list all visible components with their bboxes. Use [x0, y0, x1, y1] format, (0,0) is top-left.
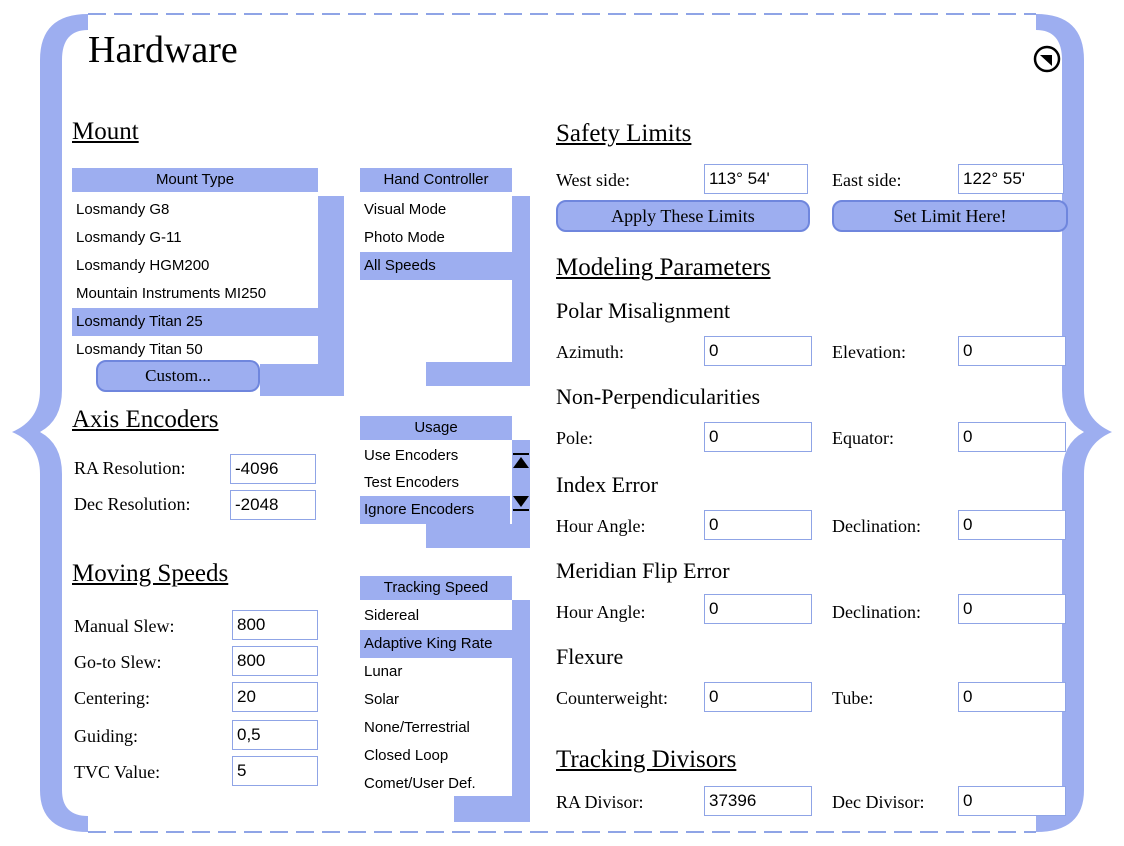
flip-declination-field[interactable]: 0 [958, 594, 1066, 624]
mount-item[interactable]: Losmandy HGM200 [72, 252, 318, 280]
hand-controller-header: Hand Controller [360, 168, 512, 192]
index-hour-angle-label: Hour Angle: [556, 516, 646, 536]
meridian-flip-error-title: Meridian Flip Error [556, 558, 730, 583]
pole-field[interactable]: 0 [704, 422, 812, 452]
non-perpendicularities-title: Non-Perpendicularities [556, 384, 761, 409]
equator-field[interactable]: 0 [958, 422, 1066, 452]
guiding-label: Guiding: [74, 726, 139, 746]
ra-resolution-field[interactable]: -4096 [230, 454, 316, 484]
usage-item-selected[interactable]: Ignore Encoders [360, 496, 510, 524]
index-declination-label: Declination: [832, 516, 921, 536]
moving-speeds-heading: Moving Speeds [72, 560, 229, 587]
usage-bottom-bar [426, 524, 530, 548]
tracking-speed-item-selected[interactable]: Adaptive King Rate [360, 630, 530, 658]
azimuth-field[interactable]: 0 [704, 336, 812, 366]
safety-limits-heading: Safety Limits [556, 120, 692, 147]
counterweight-label: Counterweight: [556, 688, 668, 708]
tracking-speed-item[interactable]: Sidereal [360, 602, 512, 630]
centering-label: Centering: [74, 688, 150, 708]
tracking-speed-header: Tracking Speed [360, 576, 512, 600]
mount-item[interactable]: Mountain Instruments MI250 [72, 280, 318, 308]
mount-list-bottom-bar [260, 364, 344, 396]
page-title: Hardware [88, 29, 238, 71]
scroll-down-icon[interactable] [512, 494, 530, 512]
tube-label: Tube: [832, 688, 874, 708]
tvc-value-field[interactable]: 5 [232, 756, 318, 786]
hand-controller-bottom-bar [426, 362, 530, 386]
centering-field[interactable]: 20 [232, 682, 318, 712]
modeling-parameters-heading: Modeling Parameters [556, 254, 771, 281]
tracking-speed-item[interactable]: Closed Loop [360, 742, 512, 770]
west-side-field[interactable]: 113° 54' [704, 164, 808, 194]
usage-item[interactable]: Use Encoders [360, 442, 510, 470]
manual-slew-label: Manual Slew: [74, 616, 175, 636]
elevation-field[interactable]: 0 [958, 336, 1066, 366]
flip-hour-angle-field[interactable]: 0 [704, 594, 812, 624]
tube-field[interactable]: 0 [958, 682, 1066, 712]
mount-heading: Mount [72, 118, 139, 145]
set-limit-here-button[interactable]: Set Limit Here! [832, 200, 1068, 232]
close-icon[interactable] [1033, 45, 1061, 73]
east-side-label: East side: [832, 170, 902, 190]
custom-button[interactable]: Custom... [96, 360, 260, 392]
guiding-field[interactable]: 0,5 [232, 720, 318, 750]
azimuth-label: Azimuth: [556, 342, 624, 362]
manual-slew-field[interactable]: 800 [232, 610, 318, 640]
hand-controller-item[interactable]: Visual Mode [360, 196, 512, 224]
usage-item[interactable]: Test Encoders [360, 469, 510, 497]
dec-resolution-label: Dec Resolution: [74, 494, 191, 514]
ra-resolution-label: RA Resolution: [74, 458, 186, 478]
flip-hour-angle-label: Hour Angle: [556, 602, 646, 622]
axis-encoders-heading: Axis Encoders [72, 406, 219, 433]
hand-controller-item-selected[interactable]: All Speeds [360, 252, 530, 280]
tracking-speed-item[interactable]: Lunar [360, 658, 512, 686]
mount-item-selected[interactable]: Losmandy Titan 25 [72, 308, 344, 336]
dec-divisor-label: Dec Divisor: [832, 792, 925, 812]
east-side-field[interactable]: 122° 55' [958, 164, 1064, 194]
scroll-up-icon[interactable] [512, 452, 530, 470]
flip-declination-label: Declination: [832, 602, 921, 622]
polar-misalignment-title: Polar Misalignment [556, 298, 731, 323]
mount-type-header: Mount Type [72, 168, 318, 192]
pole-label: Pole: [556, 428, 594, 448]
tvc-value-label: TVC Value: [74, 762, 161, 782]
goto-slew-label: Go-to Slew: [74, 652, 162, 672]
dec-divisor-field[interactable]: 0 [958, 786, 1066, 816]
tracking-speed-item[interactable]: None/Terrestrial [360, 714, 512, 742]
elevation-label: Elevation: [832, 342, 906, 362]
tracking-speed-bottom-bar [454, 796, 530, 822]
equator-label: Equator: [832, 428, 894, 448]
index-declination-field[interactable]: 0 [958, 510, 1066, 540]
west-side-label: West side: [556, 170, 631, 190]
index-error-title: Index Error [556, 472, 659, 497]
mount-item[interactable]: Losmandy G8 [72, 196, 318, 224]
flexure-title: Flexure [556, 644, 624, 669]
hand-controller-side-bar [512, 196, 530, 386]
tracking-speed-item[interactable]: Comet/User Def. [360, 770, 512, 798]
tracking-divisors-heading: Tracking Divisors [556, 746, 737, 773]
mount-item[interactable]: Losmandy G-11 [72, 224, 318, 252]
ra-divisor-field[interactable]: 37396 [704, 786, 812, 816]
ra-divisor-label: RA Divisor: [556, 792, 644, 812]
usage-header: Usage [360, 416, 512, 440]
index-hour-angle-field[interactable]: 0 [704, 510, 812, 540]
apply-limits-button[interactable]: Apply These Limits [556, 200, 810, 232]
counterweight-field[interactable]: 0 [704, 682, 812, 712]
tracking-speed-item[interactable]: Solar [360, 686, 512, 714]
hand-controller-item[interactable]: Photo Mode [360, 224, 512, 252]
dec-resolution-field[interactable]: -2048 [230, 490, 316, 520]
goto-slew-field[interactable]: 800 [232, 646, 318, 676]
